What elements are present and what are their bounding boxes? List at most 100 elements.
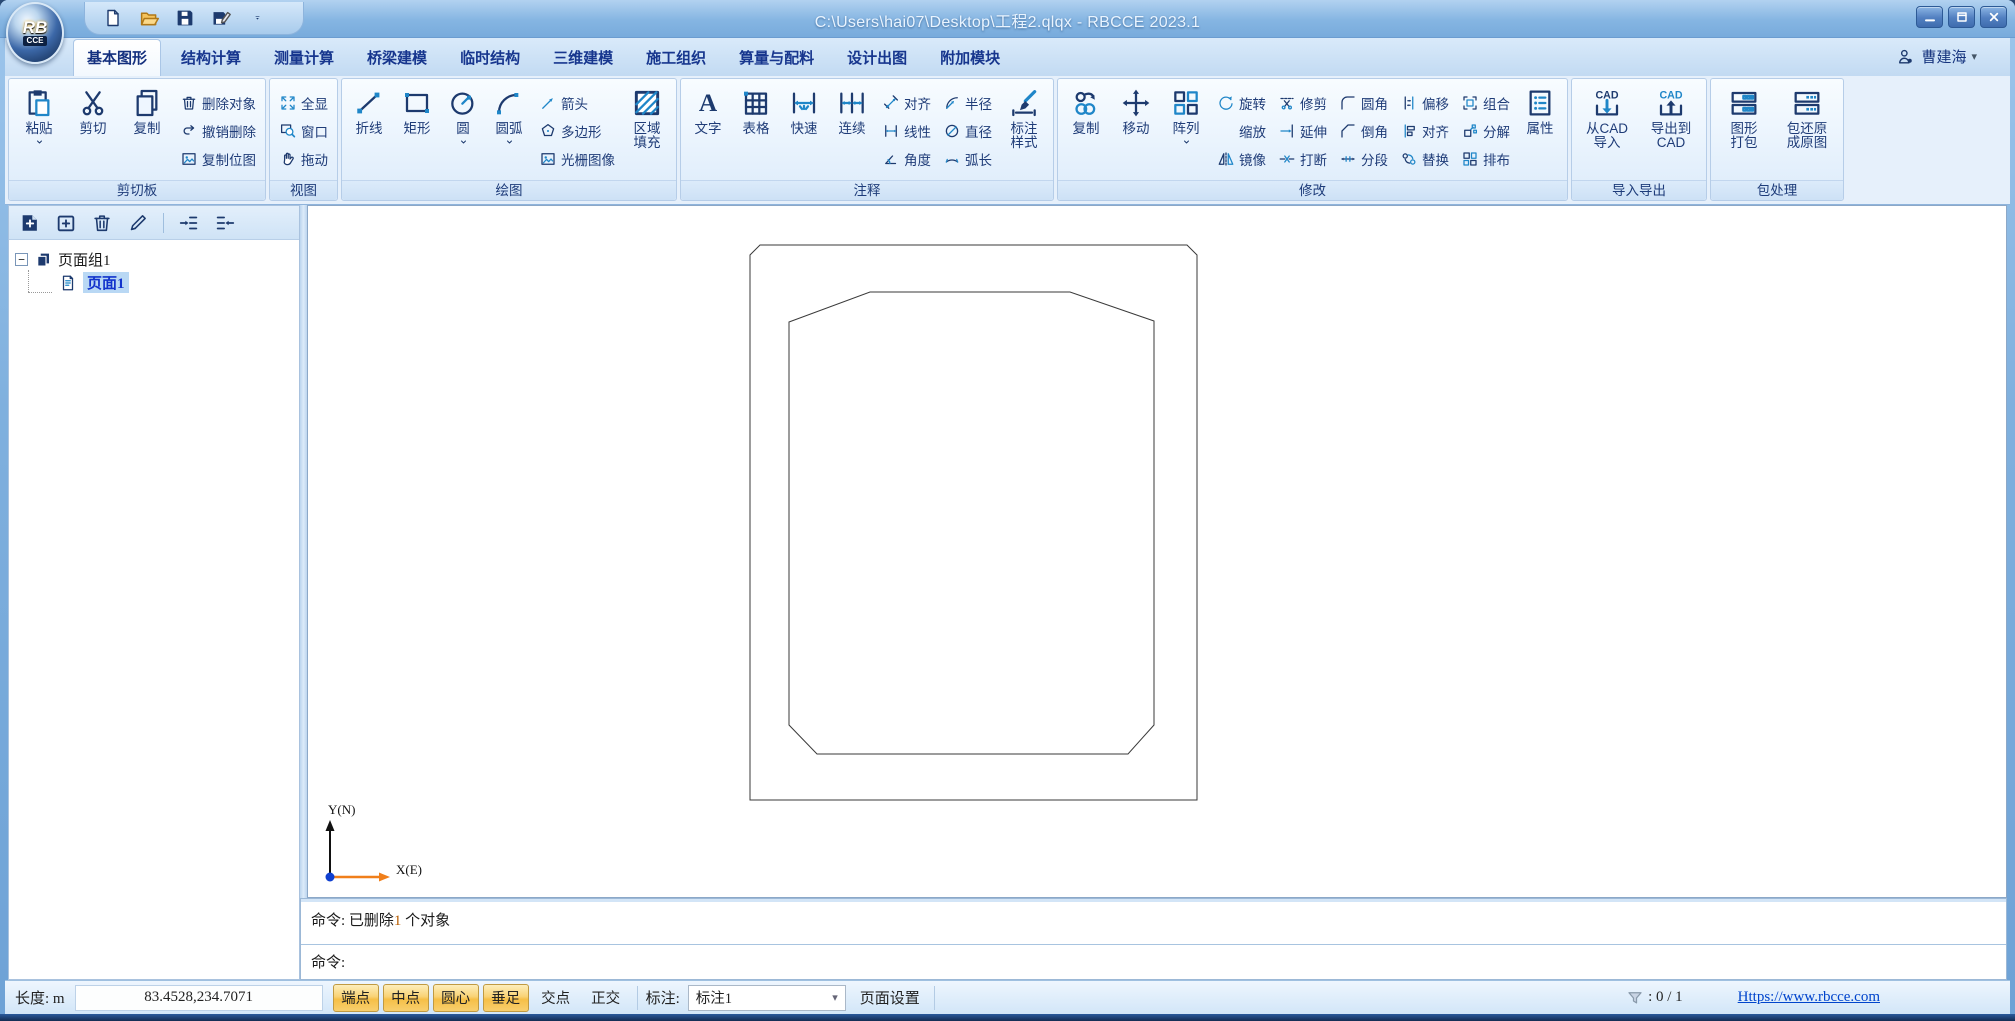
command-prompt[interactable]: 命令:: [301, 945, 2006, 972]
arrange-button[interactable]: 排布: [1458, 147, 1513, 172]
group-label-view: 视图: [270, 180, 337, 200]
arc-length-dim-button[interactable]: 弧长: [940, 147, 995, 172]
scale-button[interactable]: 缩放: [1214, 119, 1269, 144]
ortho-toggle[interactable]: 正交: [583, 984, 629, 1012]
add-page-button[interactable]: [19, 212, 41, 234]
text-button[interactable]: A 文字: [685, 82, 731, 180]
delete-object-button[interactable]: 删除对象: [177, 91, 259, 116]
undo-delete-button[interactable]: 撤销删除: [177, 119, 259, 144]
chamfer-button[interactable]: 倒角: [1336, 119, 1391, 144]
quick-dim-button[interactable]: 快速: [781, 82, 827, 180]
area-fill-button[interactable]: 区域 填充: [622, 82, 672, 180]
rectangle-button[interactable]: 矩形: [394, 82, 440, 180]
dimension-style-button[interactable]: 标注 样式: [999, 82, 1049, 180]
radius-dim-button[interactable]: 半径: [940, 91, 995, 116]
save-as-button[interactable]: [209, 6, 233, 30]
copy-button[interactable]: 复制: [121, 82, 173, 180]
mirror-button[interactable]: 镜像: [1214, 147, 1269, 172]
chevron-down-icon: [252, 14, 263, 22]
indent-button[interactable]: [178, 212, 200, 234]
divide-button[interactable]: 分段: [1336, 147, 1391, 172]
replace-button[interactable]: 替换: [1397, 147, 1452, 172]
break-button[interactable]: 打断: [1275, 147, 1330, 172]
maximize-button[interactable]: [1948, 6, 1975, 28]
pan-button[interactable]: 拖动: [276, 147, 331, 172]
circle-button[interactable]: 圆: [442, 82, 484, 180]
outer-outline-shape[interactable]: [749, 244, 1198, 801]
snap-midpoint-toggle[interactable]: 中点: [382, 983, 429, 1012]
delete-page-button[interactable]: [91, 212, 113, 234]
add-group-button[interactable]: [55, 212, 77, 234]
outdent-button[interactable]: [214, 212, 236, 234]
raster-image-button[interactable]: 光栅图像: [536, 147, 618, 172]
chevron-down-icon: [504, 138, 515, 146]
dimension-style-select[interactable]: 标注1 ▾: [687, 984, 846, 1011]
array-button[interactable]: 阵列: [1162, 82, 1210, 180]
linear-dim-button[interactable]: 线性: [879, 119, 934, 144]
table-button[interactable]: 表格: [733, 82, 779, 180]
tab-construction-org[interactable]: 施工组织: [633, 40, 719, 76]
tab-3d-modeling[interactable]: 三维建模: [540, 40, 626, 76]
snap-endpoint-toggle[interactable]: 端点: [332, 983, 379, 1012]
minimize-button[interactable]: [1916, 6, 1943, 28]
new-file-button[interactable]: [101, 6, 125, 30]
aligned-dim-button[interactable]: 对齐: [879, 91, 934, 116]
zoom-fit-button[interactable]: 全显: [276, 91, 331, 116]
rotate-button[interactable]: 旋转: [1214, 91, 1269, 116]
website-link[interactable]: Https://www.rbcce.com: [1738, 989, 1880, 1006]
unpack-restore-button[interactable]: 包还原 成原图: [1775, 82, 1839, 180]
snap-intersection-toggle[interactable]: 交点: [533, 984, 579, 1012]
angle-dim-button[interactable]: 角度: [879, 147, 934, 172]
panel-splitter[interactable]: [300, 205, 307, 980]
import-from-cad-button[interactable]: CAD 从CAD 导入: [1576, 82, 1638, 180]
drawing-canvas[interactable]: Y(N) X(E): [307, 205, 2007, 898]
align-button[interactable]: 对齐: [1397, 119, 1452, 144]
tab-temporary-structure[interactable]: 临时结构: [447, 40, 533, 76]
polygon-button[interactable]: 多边形: [536, 119, 618, 144]
tab-bridge-modeling[interactable]: 桥梁建模: [354, 40, 440, 76]
cut-button[interactable]: 剪切: [67, 82, 119, 180]
extend-button[interactable]: 延伸: [1275, 119, 1330, 144]
save-button[interactable]: [173, 6, 197, 30]
zoom-window-button[interactable]: 窗口: [276, 119, 331, 144]
tab-survey-calc[interactable]: 测量计算: [261, 40, 347, 76]
properties-button[interactable]: 属性: [1517, 82, 1563, 180]
tab-design-drawing[interactable]: 设计出图: [834, 40, 920, 76]
arc-button[interactable]: 圆弧: [486, 82, 532, 180]
fillet-button[interactable]: 圆角: [1336, 91, 1391, 116]
polyline-button[interactable]: 折线: [346, 82, 392, 180]
explode-button[interactable]: 分解: [1458, 119, 1513, 144]
tab-quantity-material[interactable]: 算量与配料: [726, 40, 827, 76]
qat-customize-button[interactable]: [245, 6, 269, 30]
diameter-dim-button[interactable]: 直径: [940, 119, 995, 144]
user-account[interactable]: 曹建海 ▾: [1896, 46, 1977, 67]
tree-item-page[interactable]: 页面1: [15, 271, 293, 294]
app-logo[interactable]: RB CCE: [6, 2, 64, 64]
arrow-button[interactable]: 箭头: [536, 91, 618, 116]
continuous-dim-button[interactable]: 连续: [829, 82, 875, 180]
open-file-button[interactable]: [137, 6, 161, 30]
inner-outline-shape[interactable]: [788, 291, 1155, 755]
drawing-shapes[interactable]: [308, 206, 2008, 899]
copy-bitmap-button[interactable]: 复制位图: [177, 147, 259, 172]
tree-item-page-group[interactable]: − 页面组1: [15, 248, 293, 271]
tab-addon-modules[interactable]: 附加模块: [927, 40, 1013, 76]
tab-structure-calc[interactable]: 结构计算: [168, 40, 254, 76]
group-button[interactable]: 组合: [1458, 91, 1513, 116]
rotate-icon: [1217, 94, 1235, 112]
tab-basic-graphics[interactable]: 基本图形: [73, 39, 162, 76]
page-setup-button[interactable]: 页面设置: [860, 987, 920, 1008]
offset-button[interactable]: 偏移: [1397, 91, 1452, 116]
pack-graphics-button[interactable]: 图形 打包: [1715, 82, 1773, 180]
snap-perpendicular-toggle[interactable]: 垂足: [482, 983, 529, 1012]
move-button[interactable]: 移动: [1112, 82, 1160, 180]
tree-expander[interactable]: −: [15, 253, 28, 266]
trim-button[interactable]: 修剪: [1275, 91, 1330, 116]
polygon-icon: [539, 122, 557, 140]
paste-button[interactable]: 粘贴: [13, 82, 65, 180]
snap-center-toggle[interactable]: 圆心: [432, 983, 479, 1012]
export-to-cad-button[interactable]: CAD 导出到 CAD: [1640, 82, 1702, 180]
close-button[interactable]: [1980, 6, 2007, 28]
modify-copy-button[interactable]: 复制: [1062, 82, 1110, 180]
rename-button[interactable]: [127, 212, 149, 234]
